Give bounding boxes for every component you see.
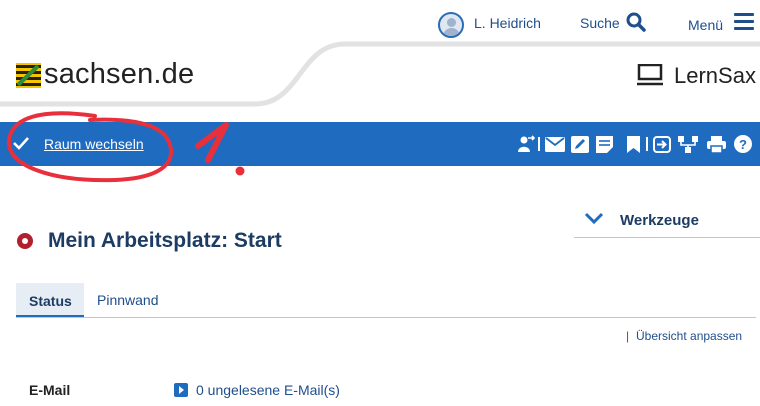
- edit-icon[interactable]: [571, 136, 589, 153]
- site-name-logo[interactable]: sachsen.de: [44, 58, 194, 91]
- checkmark-icon: [13, 137, 29, 150]
- chevron-down-icon[interactable]: [584, 212, 604, 226]
- divider: [574, 237, 760, 238]
- toolbar-divider: [538, 137, 540, 151]
- page-indicator-icon: [17, 233, 33, 249]
- bookmark-icon[interactable]: [627, 136, 640, 153]
- search-link[interactable]: Suche: [580, 15, 620, 31]
- menu-link[interactable]: Menü: [688, 17, 723, 33]
- tab-pinnwand[interactable]: Pinnwand: [97, 292, 159, 308]
- tools-toggle[interactable]: Werkzeuge: [620, 212, 699, 229]
- toolbar-divider: [646, 137, 648, 151]
- user-avatar[interactable]: [438, 12, 464, 38]
- print-icon[interactable]: [707, 136, 726, 153]
- customize-overview-link[interactable]: Übersicht anpassen: [636, 329, 742, 343]
- arrow-right-icon[interactable]: [174, 383, 188, 397]
- user-name-link[interactable]: L. Heidrich: [474, 15, 541, 31]
- tab-status[interactable]: Status: [16, 283, 84, 317]
- lernsax-screen-icon: [637, 64, 663, 86]
- hamburger-menu-icon[interactable]: [734, 13, 754, 31]
- login-icon[interactable]: [653, 136, 671, 153]
- svg-text:?: ?: [739, 137, 747, 152]
- mail-icon[interactable]: [545, 137, 565, 152]
- lernsax-logo[interactable]: LernSax: [674, 63, 756, 89]
- tabs-divider: [16, 317, 756, 318]
- link-separator: |: [626, 329, 630, 343]
- search-icon[interactable]: [626, 12, 646, 32]
- page-title: Mein Arbeitsplatz: Start: [48, 229, 282, 252]
- unread-mail-link[interactable]: 0 ungelesene E-Mail(s): [196, 382, 340, 398]
- tab-status-label: Status: [29, 293, 72, 309]
- saxony-coat-of-arms-icon: [16, 63, 41, 88]
- notes-icon[interactable]: [596, 136, 613, 153]
- tree-icon[interactable]: [678, 136, 698, 153]
- room-switch-link[interactable]: Raum wechseln: [44, 136, 144, 152]
- user-switch-icon[interactable]: [517, 135, 535, 153]
- email-row-label: E-Mail: [29, 382, 71, 398]
- help-icon[interactable]: ?: [734, 135, 752, 153]
